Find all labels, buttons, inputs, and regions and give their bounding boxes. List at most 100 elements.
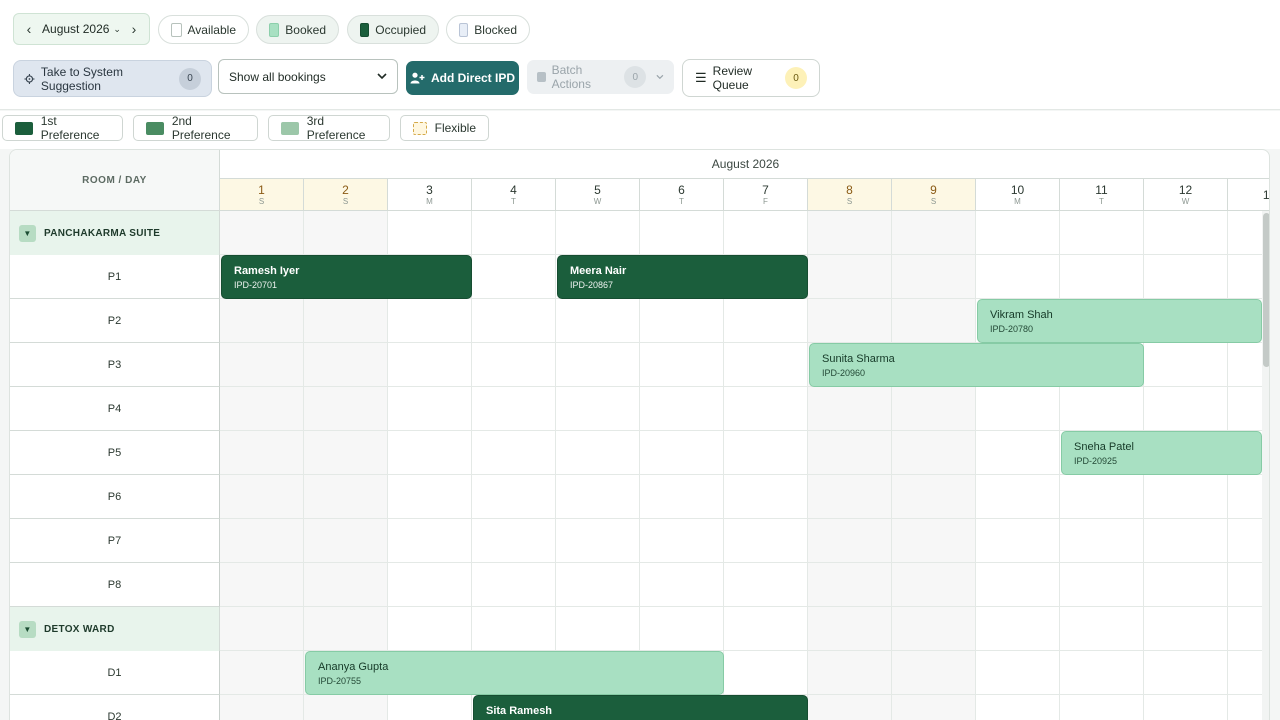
pref-first[interactable]: 1st Preference (2, 114, 123, 142)
day-weekday: W (593, 196, 602, 206)
legend-available[interactable]: Available (158, 15, 249, 44)
first-pref-swatch (15, 121, 33, 135)
day-column[interactable] (472, 211, 556, 720)
list-icon: ☰ (695, 70, 707, 85)
room-label: P6 (10, 475, 220, 519)
vertical-scrollbar[interactable] (1262, 211, 1269, 720)
preference-legend: 1st Preference 2nd Preference 3rd Prefer… (0, 111, 1280, 149)
pref-flexible[interactable]: Flexible (400, 115, 489, 141)
booking-patient-name: Vikram Shah (990, 309, 1053, 321)
legend-blocked[interactable]: Blocked (446, 15, 530, 44)
booking-block[interactable]: Sita Ramesh (473, 695, 808, 720)
pref-third[interactable]: 3rd Preference (268, 114, 390, 142)
system-suggestion-button[interactable]: Take to System Suggestion 0 (13, 60, 212, 97)
booking-block[interactable]: Sneha Patel IPD-20925 (1061, 431, 1262, 475)
day-number: 13 (1262, 187, 1270, 202)
room-label: P5 (10, 431, 220, 475)
booking-ipd-id: IPD-20780 (990, 324, 1034, 334)
booking-block[interactable]: Ramesh Iyer IPD-20701 (221, 255, 472, 299)
day-weekday: T (679, 196, 684, 206)
booking-patient-name: Ananya Gupta (318, 661, 389, 673)
occupied-swatch (360, 22, 370, 37)
room-group-header[interactable]: ▼ DETOX WARD (10, 607, 220, 651)
booking-calendar: ROOM / DAY August 2026 1S2S3M4T5W6T7F8S9… (9, 149, 1270, 720)
day-header-6: 6T (640, 179, 724, 211)
target-icon (24, 73, 35, 84)
booking-ipd-id: IPD-20867 (570, 280, 614, 290)
top-toolbar: ‹ August 2026 ⌄ › Available Booked Occup… (0, 0, 1280, 58)
collapse-toggle-icon[interactable]: ▼ (19, 620, 36, 638)
booking-patient-name: Ramesh Iyer (234, 265, 300, 277)
day-header-7: 7F (724, 179, 808, 211)
chevron-down-icon: ⌄ (113, 23, 121, 34)
pref-label: 3rd Preference (306, 114, 366, 142)
room-label: P3 (10, 343, 220, 387)
review-queue-count: 0 (785, 67, 807, 89)
chevron-right-icon[interactable]: › (127, 21, 141, 37)
booking-block[interactable]: Ananya Gupta IPD-20755 (305, 651, 724, 695)
month-navigator: ‹ August 2026 ⌄ › (13, 13, 150, 45)
review-queue-label: Review Queue (712, 64, 753, 92)
filter-selected-value: Show all bookings (229, 69, 326, 84)
legend-label: Available (187, 22, 236, 37)
day-header-12: 12 W (1144, 179, 1228, 211)
booking-patient-name: Sita Ramesh (486, 705, 553, 717)
booking-block[interactable]: Meera Nair IPD-20867 (557, 255, 808, 299)
room-label: P2 (10, 299, 220, 343)
day-column[interactable] (892, 211, 976, 720)
legend-occupied[interactable]: Occupied (347, 15, 439, 44)
day-number: 9 (930, 182, 937, 197)
month-select[interactable]: August 2026 ⌄ (42, 22, 121, 36)
day-header-2: 2S (304, 179, 388, 211)
booking-block[interactable]: Sunita Sharma IPD-20960 (809, 343, 1144, 387)
day-number: 8 (846, 182, 853, 197)
day-header-1: 1S (220, 179, 304, 211)
legend-booked[interactable]: Booked (256, 15, 339, 44)
day-header-13: 13 (1228, 179, 1270, 211)
booking-filter-select[interactable]: Show all bookings (218, 59, 398, 94)
pref-second[interactable]: 2nd Preference (133, 114, 258, 142)
day-weekday: S (342, 196, 349, 206)
day-number: 12 (1178, 182, 1193, 197)
batch-actions-button[interactable]: Batch Actions 0 (527, 60, 674, 94)
room-label: P8 (10, 563, 220, 607)
day-number: 4 (510, 182, 517, 197)
booking-block[interactable]: Vikram Shah IPD-20780 (977, 299, 1262, 343)
booking-ipd-id: IPD-20701 (234, 280, 278, 290)
collapse-toggle-icon[interactable]: ▼ (19, 224, 36, 242)
day-header-11: 11 T (1060, 179, 1144, 211)
room-group-name: PANCHAKARMA SUITE (44, 227, 161, 239)
day-weekday: M (426, 196, 433, 206)
batch-actions-count: 0 (624, 66, 647, 88)
day-weekday: M (1014, 196, 1021, 206)
month-label: August 2026 (42, 22, 110, 36)
review-queue-button[interactable]: ☰ Review Queue 0 (682, 59, 820, 97)
batch-actions-label: Batch Actions (551, 63, 591, 91)
day-weekday: F (763, 196, 768, 206)
room-label: P4 (10, 387, 220, 431)
day-number: 5 (594, 182, 601, 197)
room-label: P1 (10, 255, 220, 299)
scrollbar-thumb[interactable] (1263, 213, 1269, 367)
day-header-10: 10 M (976, 179, 1060, 211)
day-number: 10 (1010, 182, 1025, 197)
room-label: P7 (10, 519, 220, 563)
day-number: 7 (762, 182, 769, 197)
booking-patient-name: Meera Nair (570, 265, 627, 277)
chevron-down-icon (656, 74, 664, 80)
day-number: 1 (258, 182, 265, 197)
day-weekday: W (1181, 196, 1190, 206)
add-direct-ipd-button[interactable]: Add Direct IPD (406, 61, 519, 95)
chevron-down-icon (377, 73, 387, 80)
pref-label: 2nd Preference (171, 114, 231, 142)
booking-patient-name: Sunita Sharma (822, 353, 895, 365)
day-column[interactable] (976, 211, 1060, 720)
day-header-9: 9S (892, 179, 976, 211)
chevron-left-icon[interactable]: ‹ (22, 21, 36, 37)
day-number: 6 (678, 182, 685, 197)
day-column[interactable] (808, 211, 892, 720)
room-group-header[interactable]: ▼ PANCHAKARMA SUITE (10, 211, 220, 255)
third-pref-swatch (281, 121, 299, 135)
calendar-month-title: August 2026 (220, 150, 1269, 179)
room-group-name: DETOX WARD (44, 623, 115, 635)
